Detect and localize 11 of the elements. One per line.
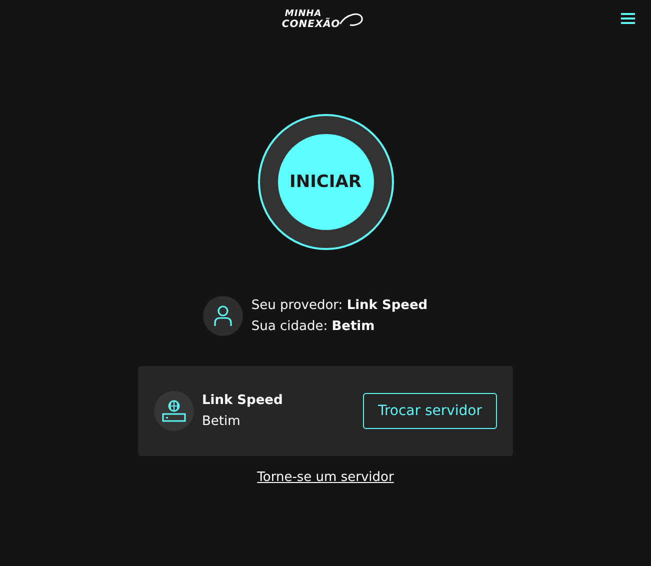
- server-icon: [154, 391, 194, 431]
- change-server-button[interactable]: Trocar servidor: [362, 393, 497, 429]
- become-server-link[interactable]: Torne-se um servidor: [257, 470, 394, 485]
- server-name: Link Speed: [202, 393, 284, 408]
- user-icon: [203, 296, 244, 336]
- logo: MINHA CONEXÃO: [280, 8, 366, 32]
- provider-text: Seu provedor: Link Speed: [251, 298, 428, 313]
- menu-icon[interactable]: [621, 13, 635, 24]
- start-button[interactable]: INICIAR: [278, 134, 374, 230]
- server-city: Betim: [202, 414, 242, 429]
- city-text: Sua cidade: Betim: [251, 319, 376, 334]
